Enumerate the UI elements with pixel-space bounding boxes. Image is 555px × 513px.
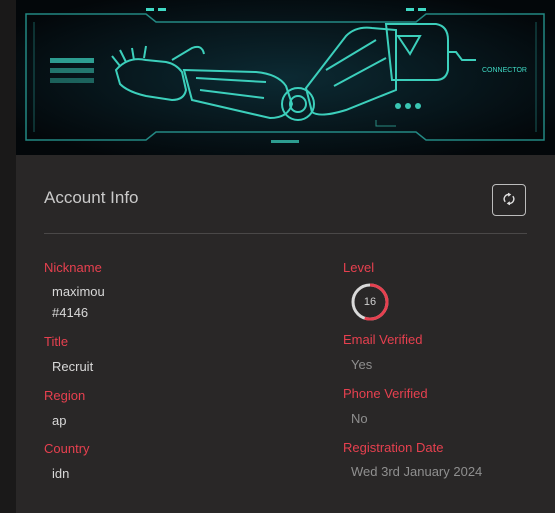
account-banner: CONNECTOR (16, 0, 555, 155)
country-label: Country (44, 441, 90, 456)
phone-verified-label: Phone Verified (343, 386, 428, 401)
registration-date-label: Registration Date (343, 440, 444, 455)
level-value: 16 (363, 296, 377, 308)
email-verified-value: Yes (351, 357, 373, 372)
account-info-card: CONNECTOR Account Info Nickname maximou … (16, 0, 555, 513)
banner-label: CONNECTOR (482, 67, 527, 74)
nickname-value: maximou (52, 284, 105, 299)
refresh-icon (502, 192, 516, 209)
refresh-button[interactable] (492, 184, 526, 216)
robot-arm-banner-image: CONNECTOR (16, 0, 555, 155)
title-divider (44, 233, 527, 234)
title-value: Recruit (52, 359, 94, 374)
title-label: Title (44, 334, 69, 349)
level-label: Level (343, 260, 375, 275)
country-value: idn (52, 466, 70, 481)
registration-date-value: Wed 3rd January 2024 (351, 464, 483, 479)
region-label: Region (44, 388, 86, 403)
page-title: Account Info (44, 188, 139, 207)
region-value: ap (52, 413, 67, 428)
email-verified-label: Email Verified (343, 332, 423, 347)
nickname-label: Nickname (44, 260, 102, 275)
phone-verified-value: No (351, 411, 368, 426)
tag-value: #4146 (52, 305, 89, 320)
